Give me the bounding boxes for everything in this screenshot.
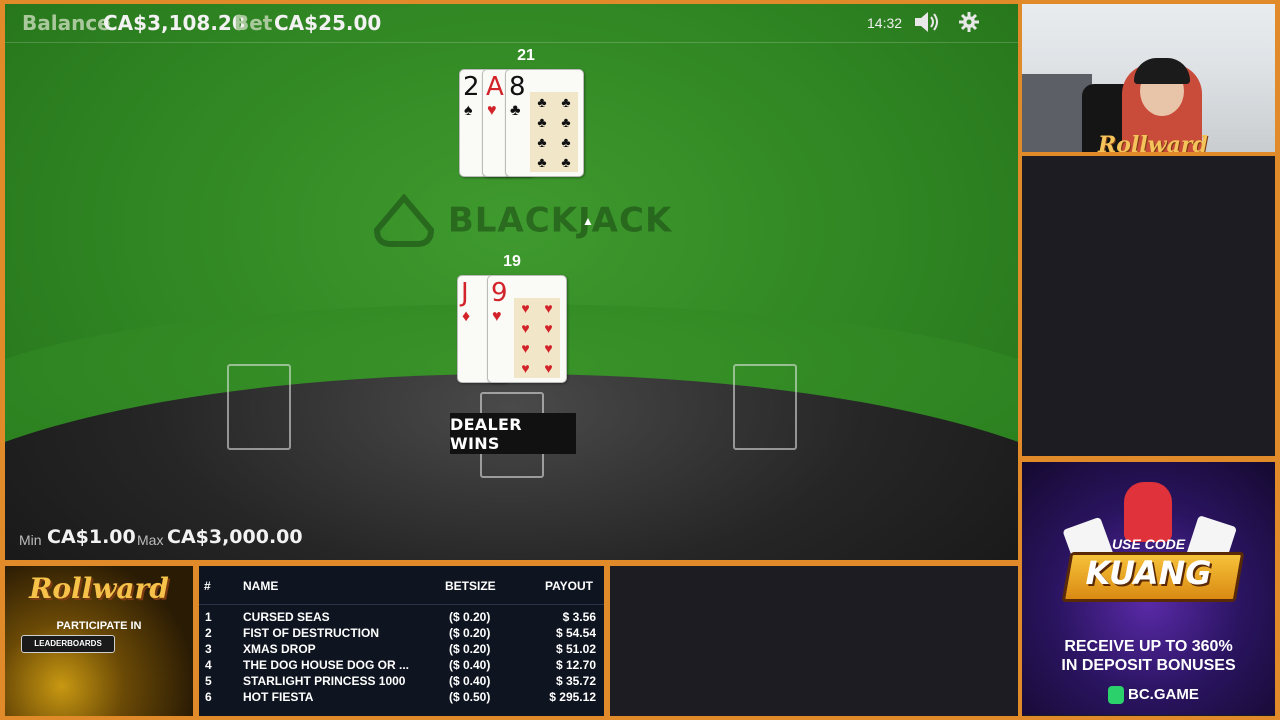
card-pips: ♥ ♥ ♥ ♥ ♥ ♥ ♥ ♥	[514, 298, 560, 378]
bcgame-ad[interactable]: USE CODE KUANG RECEIVE UP TO 360% IN DEP…	[1022, 462, 1275, 715]
col-name: NAME	[243, 579, 279, 593]
table-row: 2 FIST OF DESTRUCTION ($ 0.20) $ 54.54	[205, 626, 596, 640]
cap	[1134, 58, 1190, 84]
bet-value: CA$25.00	[274, 11, 382, 35]
dealer-total: 21	[517, 47, 535, 64]
bonus-line-1: RECEIVE UP TO 360%	[1064, 638, 1233, 655]
bcgame-logo-icon	[1108, 686, 1124, 704]
slot-leaderboard: # NAME BETSIZE PAYOUT 1 CURSED SEAS ($ 0…	[199, 566, 604, 716]
blackjack-logo: BLACKJACK	[373, 193, 672, 250]
col-betsize: BETSIZE	[445, 579, 496, 593]
card-pips: ♣ ♣ ♣ ♣ ♣ ♣ ♣ ♣	[530, 92, 578, 172]
clock: 14:32	[867, 15, 903, 31]
frame-right	[1275, 0, 1280, 720]
dealer-card-3: 8 ♣ ♣ ♣ ♣ ♣ ♣ ♣ ♣ ♣	[505, 69, 584, 177]
bonus-line-2: IN DEPOSIT BONUSES	[1061, 657, 1236, 674]
use-code-label: USE CODE	[1111, 536, 1186, 552]
result-banner: DEALER WINS	[450, 413, 576, 454]
table-row: 4 THE DOG HOUSE DOG OR ... ($ 0.40) $ 12…	[205, 658, 596, 672]
min-value: CA$1.00	[47, 526, 136, 548]
promo-line-1: PARTICIPATE IN	[56, 620, 142, 632]
game-top-bar: Balance CA$3,108.20 Bet CA$25.00 14:32	[5, 4, 1018, 43]
header-divider	[199, 604, 604, 605]
player-card-2: 9 ♥ ♥ ♥ ♥ ♥ ♥ ♥ ♥ ♥	[487, 275, 567, 383]
empty-panel	[610, 566, 1018, 716]
promo-code: KUANG	[1085, 554, 1212, 592]
rollward-promo[interactable]: Rollward PARTICIPATE IN LEADERBOARDS	[5, 566, 193, 716]
bet-spot-left[interactable]	[227, 364, 291, 450]
gear-icon[interactable]	[958, 11, 980, 38]
balance-value: CA$3,108.20	[103, 11, 246, 35]
table-row: 3 XMAS DROP ($ 0.20) $ 51.02	[205, 642, 596, 656]
speaker-icon[interactable]	[913, 10, 941, 39]
mascot-icon	[1124, 482, 1172, 542]
webcam-brand: Rollward	[1098, 132, 1208, 152]
table-row: 6 HOT FIESTA ($ 0.50) $ 295.12	[205, 690, 596, 704]
table-row: 1 CURSED SEAS ($ 0.20) $ 3.56	[205, 610, 596, 624]
col-payout: PAYOUT	[545, 579, 594, 593]
promo-brand: Rollward	[29, 572, 169, 605]
bet-label: Bet	[234, 11, 273, 35]
balance-label: Balance	[22, 11, 111, 35]
empty-panel	[1022, 156, 1275, 456]
bet-spot-right[interactable]	[733, 364, 797, 450]
mouse-cursor: ▲	[582, 214, 594, 228]
leaderboards-badge: LEADERBOARDS	[21, 635, 115, 653]
min-label: Min	[19, 532, 42, 548]
blackjack-table: Balance CA$3,108.20 Bet CA$25.00 14:32 2…	[5, 4, 1018, 560]
max-label: Max	[137, 532, 164, 548]
player-total: 19	[503, 253, 521, 270]
col-rank: #	[204, 579, 211, 593]
frame-bottom	[0, 716, 1280, 720]
table-row: 5 STARLIGHT PRINCESS 1000 ($ 0.40) $ 35.…	[205, 674, 596, 688]
ad-brand: BC.GAME	[1128, 686, 1199, 703]
webcam-feed: Rollward	[1022, 4, 1275, 152]
max-value: CA$3,000.00	[167, 526, 303, 548]
